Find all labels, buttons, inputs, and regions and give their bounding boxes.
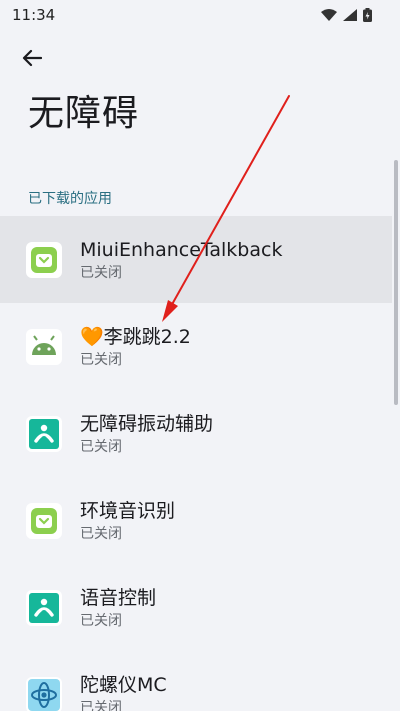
- teal-accessibility-icon: [26, 415, 62, 452]
- app-name: 陀螺仪MC: [80, 673, 167, 696]
- android-robot-icon: [26, 328, 62, 365]
- app-status: 已关闭: [80, 612, 122, 629]
- page-title: 无障碍: [28, 93, 140, 134]
- app-item-vibration-assist[interactable]: 无障碍振动辅助 已关闭: [0, 390, 392, 477]
- status-time: 11:34: [12, 6, 56, 24]
- app-status: 已关闭: [80, 351, 122, 368]
- app-item-gyroscope-mc[interactable]: 陀螺仪MC 已关闭: [0, 651, 392, 711]
- app-name: 无障碍振动辅助: [80, 412, 214, 435]
- section-header: 已下载的应用: [28, 191, 112, 207]
- status-icons: [321, 8, 372, 22]
- app-status: 已关闭: [80, 264, 122, 281]
- app-item-miuienhancetalkback[interactable]: MiuiEnhanceTalkback 已关闭: [0, 216, 392, 303]
- app-name: 李跳跳2.2: [103, 325, 191, 348]
- status-bar: 11:34: [0, 0, 400, 30]
- green-download-icon: [26, 241, 62, 278]
- app-name: 语音控制: [80, 586, 157, 609]
- heart-icon: 🧡: [80, 325, 104, 348]
- app-item-voice-control[interactable]: 语音控制 已关闭: [0, 564, 392, 651]
- green-download-icon: [26, 502, 62, 539]
- teal-accessibility-icon: [26, 589, 62, 626]
- app-status: 已关闭: [80, 699, 122, 711]
- app-list: MiuiEnhanceTalkback 已关闭 🧡李跳跳2.2 已关闭 无障碍振…: [0, 216, 392, 711]
- wifi-icon: [321, 9, 337, 21]
- signal-icon: [343, 9, 357, 21]
- back-arrow-icon: [22, 49, 42, 67]
- app-item-litiaotiao[interactable]: 🧡李跳跳2.2 已关闭: [0, 303, 392, 390]
- app-status: 已关闭: [80, 525, 122, 542]
- back-button[interactable]: [14, 44, 50, 72]
- gyroscope-icon: [26, 676, 62, 711]
- app-item-sound-recognition[interactable]: 环境音识别 已关闭: [0, 477, 392, 564]
- app-name: MiuiEnhanceTalkback: [80, 238, 283, 261]
- scrollbar[interactable]: [394, 160, 398, 405]
- battery-icon: [363, 8, 372, 22]
- app-status: 已关闭: [80, 438, 122, 455]
- app-name: 环境音识别: [80, 499, 176, 522]
